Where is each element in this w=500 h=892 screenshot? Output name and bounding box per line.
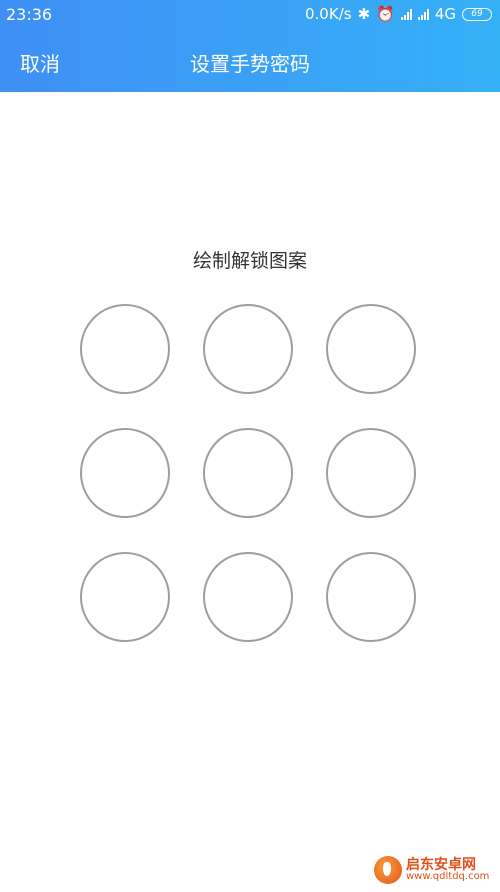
watermark: 启东安卓网 www.qdltdq.com [374, 856, 489, 884]
battery-icon: 69 [462, 7, 492, 21]
signal-icon [400, 8, 412, 20]
net-speed: 0.0K/s [305, 5, 352, 23]
page-title: 设置手势密码 [190, 52, 310, 76]
pattern-node-6[interactable] [326, 428, 416, 518]
network-type: 4G [434, 5, 456, 23]
pattern-node-1[interactable] [80, 304, 170, 394]
pattern-node-8[interactable] [203, 552, 293, 642]
pattern-grid[interactable] [80, 304, 420, 644]
pattern-node-3[interactable] [326, 304, 416, 394]
alarm-icon: ⏰ [376, 5, 395, 23]
signal-icon-2 [417, 8, 429, 20]
pattern-node-9[interactable] [326, 552, 416, 642]
top-bar: 23:36 0.0K/s ✱ ⏰ 4G 69 取消 设置手势密码 [0, 0, 500, 92]
pattern-node-2[interactable] [203, 304, 293, 394]
pattern-node-7[interactable] [80, 552, 170, 642]
status-bar: 23:36 0.0K/s ✱ ⏰ 4G 69 [0, 0, 500, 30]
bluetooth-icon: ✱ [357, 5, 371, 23]
pattern-node-4[interactable] [80, 428, 170, 518]
watermark-logo-icon [374, 856, 402, 884]
draw-pattern-prompt: 绘制解锁图案 [192, 250, 307, 272]
status-icons: 0.0K/s ✱ ⏰ 4G 69 [305, 5, 492, 23]
nav-bar: 取消 设置手势密码 [0, 44, 500, 78]
pattern-node-5[interactable] [203, 428, 293, 518]
watermark-brand: 启东安卓网 [406, 857, 476, 873]
watermark-domain: www.qdltdq.com [406, 871, 490, 882]
status-time: 23:36 [6, 5, 53, 24]
